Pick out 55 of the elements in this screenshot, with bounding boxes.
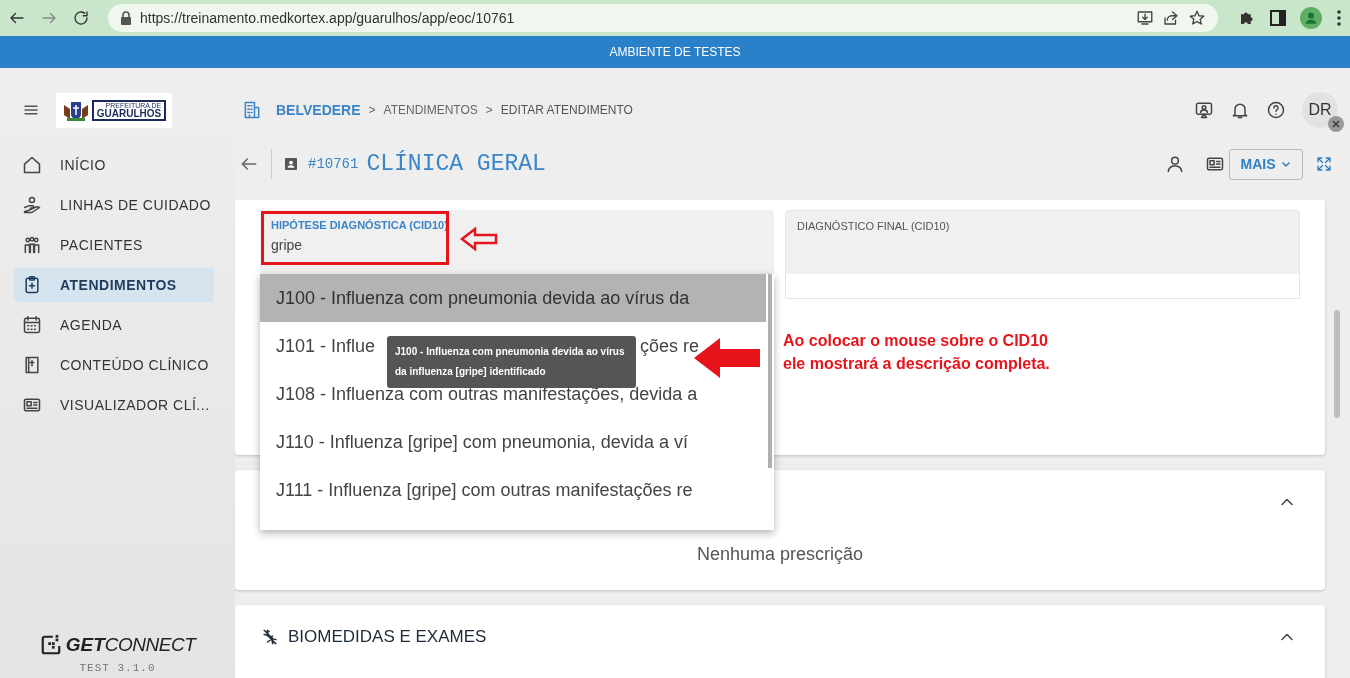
- share-icon[interactable]: [1162, 9, 1180, 27]
- breadcrumb-link[interactable]: ATENDIMENTOS: [383, 103, 478, 117]
- home-icon: [22, 155, 42, 175]
- clipboard-plus-icon: [22, 275, 42, 295]
- diagnosis-field[interactable]: DIAGNÓSTICO FINAL (CID10): [785, 210, 1300, 299]
- building-icon[interactable]: [242, 100, 262, 120]
- star-icon[interactable]: [1188, 9, 1206, 27]
- install-icon[interactable]: [1136, 9, 1154, 27]
- close-icon[interactable]: [1328, 116, 1344, 132]
- menu-icon[interactable]: [1336, 9, 1342, 27]
- page-title: CLÍNICA GERAL: [366, 151, 547, 177]
- dropdown-option[interactable]: J111 - Influenza [gripe] com outras manifestações re: [260, 466, 766, 514]
- version-label: TEST 3.1.0: [79, 662, 156, 674]
- person-icon[interactable]: [1165, 154, 1185, 174]
- people-icon: [22, 235, 42, 255]
- profile-avatar[interactable]: [1300, 7, 1322, 29]
- scrollbar-thumb[interactable]: [1334, 310, 1340, 418]
- id-card-icon[interactable]: [1205, 154, 1225, 174]
- banner-text: AMBIENTE DE TESTES: [609, 45, 741, 59]
- sidebar-item[interactable]: INÍCIO: [14, 148, 214, 182]
- hand-heart-icon: [22, 195, 42, 215]
- more-button[interactable]: MAIS: [1229, 148, 1303, 180]
- help-icon[interactable]: [1266, 100, 1286, 120]
- sidebar-item[interactable]: PACIENTES: [14, 228, 214, 262]
- breadcrumb-separator: >: [485, 103, 493, 117]
- reload-icon[interactable]: [72, 9, 90, 27]
- lock-icon: [120, 11, 132, 25]
- address-bar[interactable]: https://treinamento.medkortex.app/guarulhos/app/eoc/10761: [108, 4, 1218, 32]
- sidebar-item[interactable]: CONTEÚDO CLÍNICO: [14, 348, 214, 382]
- contact-icon: [282, 155, 300, 173]
- annotation-text: Ao colocar o mouse sobre o CID10 ele mostrará a descrição completa.: [783, 331, 1050, 374]
- dropdown-option[interactable]: J100 - Influenza com pneumonia devida ao vírus da: [260, 274, 766, 322]
- field-label: DIAGNÓSTICO FINAL (CID10): [797, 220, 951, 232]
- brand-logo: GETCONNECT: [39, 634, 196, 656]
- breadcrumb-link[interactable]: EDITAR ATENDIMENTO: [500, 103, 633, 117]
- field-value: gripe: [271, 237, 303, 253]
- scrollbar-thumb[interactable]: [768, 274, 772, 468]
- sidebar-icon[interactable]: [1270, 10, 1286, 26]
- record-id: #10761: [308, 156, 359, 172]
- section-title: BIOMEDIDAS E EXAMES: [288, 627, 487, 647]
- breadcrumb-separator: >: [368, 103, 376, 117]
- sidebar-item[interactable]: VISUALIZADOR CLÍ...: [14, 388, 214, 422]
- sidebar-item[interactable]: ATENDIMENTOS: [14, 268, 214, 302]
- dropdown-option[interactable]: J110 - Influenza [gripe] com pneumonia, devida a ví: [260, 418, 766, 466]
- book-icon: [22, 355, 42, 375]
- sidebar-item[interactable]: LINHAS DE CUIDADO: [14, 188, 214, 222]
- calendar-icon: [22, 315, 42, 335]
- tooltip: J100 - Influenza com pneumonia devida ao vírus da influenza [gripe] identificado: [387, 336, 636, 388]
- expand-icon[interactable]: [1315, 155, 1333, 173]
- sidebar-item[interactable]: AGENDA: [14, 308, 214, 342]
- empty-message: Nenhuma prescrição: [696, 544, 864, 565]
- monitor-person-icon[interactable]: [1194, 100, 1214, 120]
- user-avatar[interactable]: DR: [1302, 92, 1338, 128]
- outline-arrow-icon: [460, 227, 498, 251]
- id-card-icon: [22, 395, 42, 415]
